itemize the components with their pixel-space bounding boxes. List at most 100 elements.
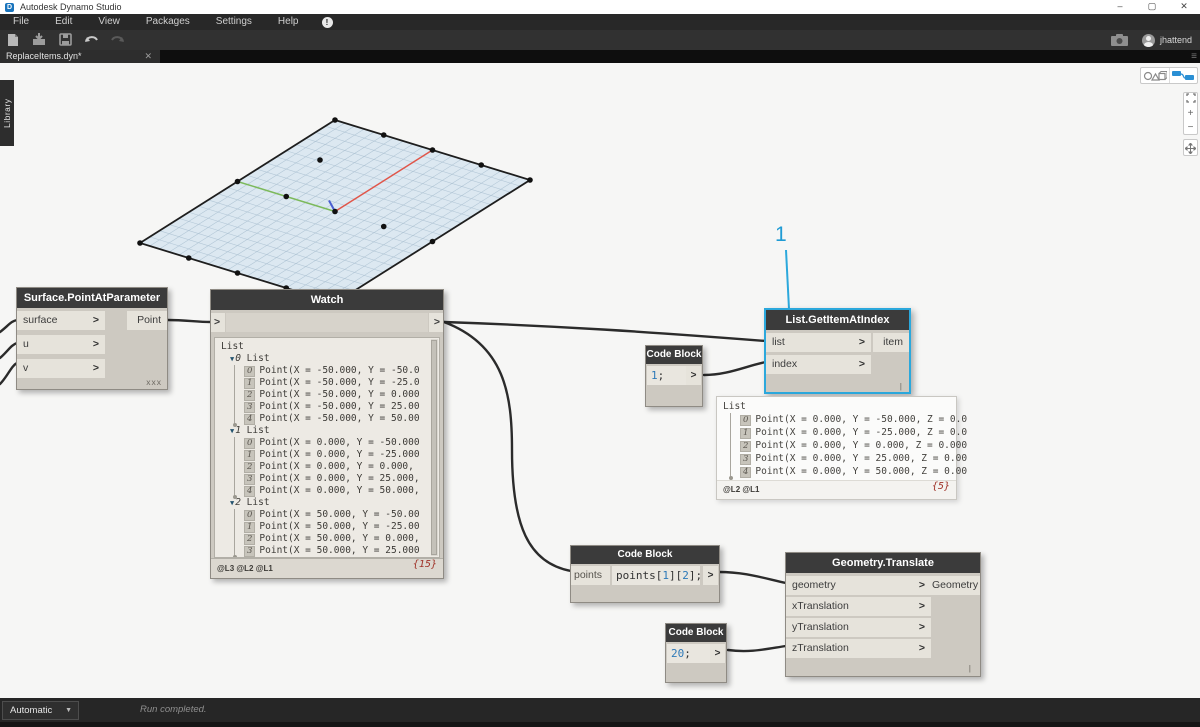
node-title[interactable]: Code Block xyxy=(666,624,726,642)
run-mode-select[interactable]: Automatic ▼ xyxy=(2,701,79,720)
tab-list-icon[interactable]: ≡ xyxy=(1191,51,1197,63)
node-title[interactable]: Geometry.Translate xyxy=(786,553,980,573)
lacing-indicator[interactable]: xxx xyxy=(146,377,162,387)
node-list-getitematindex[interactable]: List.GetItemAtIndex list> index> item | xyxy=(764,308,911,394)
node-title[interactable]: Watch xyxy=(211,290,443,310)
port-watch-in[interactable]: > xyxy=(211,313,225,332)
menu-view[interactable]: View xyxy=(85,14,133,30)
port-surface[interactable]: surface> xyxy=(17,311,105,330)
graph-canvas[interactable]: Library Surface.PointAtParameter surface… xyxy=(0,63,1200,698)
node-geometry-translate[interactable]: Geometry.Translate geometry> xTranslatio… xyxy=(785,552,981,677)
port-geometry-out[interactable]: Geometry xyxy=(926,576,980,595)
camera-icon[interactable] xyxy=(1111,34,1128,46)
library-label: Library xyxy=(2,98,12,127)
wire xyxy=(0,320,17,332)
menu-settings[interactable]: Settings xyxy=(203,14,265,30)
menu-help[interactable]: Help xyxy=(265,14,312,30)
open-icon[interactable] xyxy=(26,31,52,49)
port-ytranslation[interactable]: yTranslation> xyxy=(786,618,931,637)
library-panel-tab[interactable]: Library xyxy=(0,80,14,146)
port-u[interactable]: u> xyxy=(17,335,105,354)
node-codeblock-points[interactable]: Code Block points points[1][2]; > xyxy=(570,545,720,603)
watch-footer: @L3 @L2 @L1 {15} xyxy=(211,558,443,578)
node-codeblock-1[interactable]: Code Block 1; > xyxy=(645,345,703,407)
node-watch[interactable]: Watch > > List▼0 List0Point(X = -50.000,… xyxy=(210,289,444,579)
geometry-view-icon[interactable] xyxy=(1141,68,1170,83)
preview-bubble: List0Point(X = 0.000, Y = -50.000, Z = 0… xyxy=(716,396,957,500)
list-item: 4Point(X = -50.000, Y = 50.00 xyxy=(244,413,429,425)
port-watch-out[interactable]: > xyxy=(429,313,443,332)
watch-list[interactable]: List▼0 List0Point(X = -50.000, Y = -50.0… xyxy=(214,337,440,558)
menu-packages[interactable]: Packages xyxy=(133,14,203,30)
port-item-out[interactable]: item xyxy=(873,333,909,352)
lacing-levels: @L2 @L1 xyxy=(723,485,760,494)
port-code-out[interactable]: > xyxy=(686,366,701,385)
zoom-controls: + − xyxy=(1183,92,1198,135)
avatar[interactable] xyxy=(1142,34,1155,47)
window-title: Autodesk Dynamo Studio xyxy=(20,2,122,12)
port-code-out[interactable]: > xyxy=(710,644,725,663)
menu-edit[interactable]: Edit xyxy=(42,14,85,30)
lacing-indicator[interactable]: | xyxy=(900,381,903,391)
notifications-icon[interactable]: ! xyxy=(322,17,333,28)
minimize-button[interactable]: – xyxy=(1104,0,1136,14)
port-geometry[interactable]: geometry> xyxy=(786,576,931,595)
wire xyxy=(719,572,786,583)
port-list[interactable]: list> xyxy=(766,333,871,352)
list-item: 0Point(X = 50.000, Y = -50.00 xyxy=(244,509,429,521)
tab-close-icon[interactable]: ✕ xyxy=(144,50,152,63)
list-item: 3Point(X = 0.000, Y = 25.000, xyxy=(244,473,429,485)
bubble-tree: List0Point(X = 0.000, Y = -50.000, Z = 0… xyxy=(723,400,946,479)
list-item: 3Point(X = -50.000, Y = 25.00 xyxy=(244,401,429,413)
list-item: 4Point(X = 0.000, Y = 50.000, Z = 0.00 xyxy=(740,465,946,478)
tab-label: ReplaceItems.dyn* xyxy=(6,51,82,61)
node-title[interactable]: List.GetItemAtIndex xyxy=(766,310,909,330)
zoom-in-button[interactable]: + xyxy=(1184,107,1197,121)
wire xyxy=(728,646,786,651)
port-index[interactable]: index> xyxy=(766,355,871,374)
node-title[interactable]: Code Block xyxy=(571,546,719,564)
pan-control[interactable] xyxy=(1183,139,1198,156)
fit-view-icon[interactable] xyxy=(1184,93,1197,107)
list-item: 1Point(X = 0.000, Y = -25.000, Z = 0.0 xyxy=(740,426,946,439)
zoom-out-button[interactable]: − xyxy=(1184,121,1197,135)
menu-file[interactable]: File xyxy=(0,14,42,30)
watch-input-strip xyxy=(226,313,428,332)
new-file-icon[interactable] xyxy=(0,31,26,49)
port-points[interactable]: points xyxy=(571,566,610,585)
save-icon[interactable] xyxy=(52,31,78,49)
list-item: 2Point(X = 0.000, Y = 0.000, Z = 0.000 xyxy=(740,439,946,452)
username: jhattend xyxy=(1160,35,1192,45)
port-xtranslation[interactable]: xTranslation> xyxy=(786,597,931,616)
undo-icon[interactable] xyxy=(78,31,104,49)
annotation-line xyxy=(786,250,789,309)
maximize-button[interactable]: ▢ xyxy=(1136,0,1168,14)
tab-replaceitems[interactable]: ReplaceItems.dyn* ✕ xyxy=(0,50,160,63)
view-toggle xyxy=(1140,67,1198,84)
close-button[interactable]: ✕ xyxy=(1168,0,1200,14)
step-annotation: 1 xyxy=(775,223,787,247)
port-point-out[interactable]: Point xyxy=(127,311,167,330)
node-codeblock-20[interactable]: Code Block 20; > xyxy=(665,623,727,683)
tab-bar: ReplaceItems.dyn* ✕ ≡ xyxy=(0,50,1200,63)
node-surface-pointatparameter[interactable]: Surface.PointAtParameter surface> u> v> … xyxy=(16,287,168,390)
port-ztranslation[interactable]: zTranslation> xyxy=(786,639,931,658)
wire xyxy=(0,343,17,358)
code-input[interactable]: 1; xyxy=(647,366,687,385)
port-code-out[interactable]: > xyxy=(703,566,718,585)
port-v[interactable]: v> xyxy=(17,359,105,378)
code-input[interactable]: points[1][2]; xyxy=(612,566,700,585)
list-item: 1Point(X = -50.000, Y = -25.0 xyxy=(244,377,429,389)
graph-view-icon[interactable] xyxy=(1170,68,1198,83)
run-bar: Automatic ▼ Run completed. xyxy=(0,698,1200,727)
menu-bar: File Edit View Packages Settings Help ! xyxy=(0,14,1200,30)
lacing-levels[interactable]: @L3 @L2 @L1 xyxy=(217,564,273,573)
redo-icon[interactable] xyxy=(104,31,130,49)
watch-scrollbar[interactable] xyxy=(431,339,438,556)
node-title[interactable]: Code Block xyxy=(646,346,702,364)
lacing-indicator[interactable]: | xyxy=(969,663,972,673)
node-title[interactable]: Surface.PointAtParameter xyxy=(17,288,167,308)
run-mode-value: Automatic xyxy=(10,705,52,716)
code-input[interactable]: 20; xyxy=(667,644,710,663)
dynamo-window: D Autodesk Dynamo Studio – ▢ ✕ File Edit… xyxy=(0,0,1200,727)
